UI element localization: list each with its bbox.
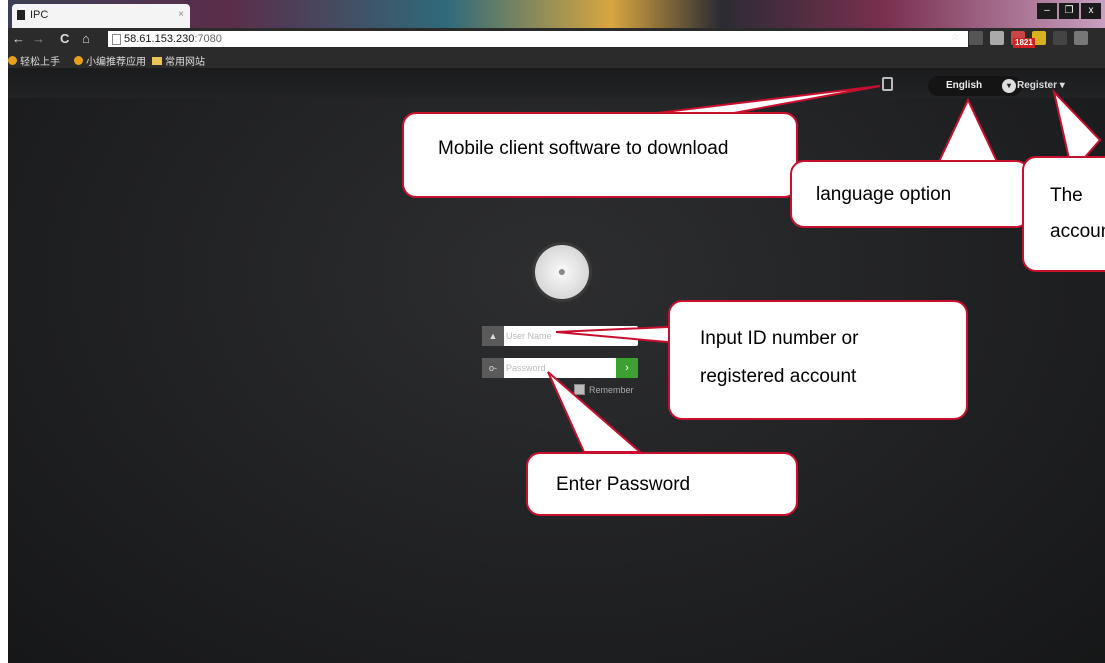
callout-mobile-text: Mobile client software to download [438, 138, 729, 159]
callout-register: The account [1022, 156, 1105, 272]
minimize-button[interactable]: – [1037, 3, 1057, 19]
window-controls: – ❐ x [1037, 3, 1101, 19]
url-port: :7080 [194, 33, 222, 45]
callout-id-text: Input ID number or registered account [700, 328, 859, 387]
avatar: ● [535, 245, 589, 299]
document-icon [112, 34, 121, 45]
reload-icon[interactable]: C [60, 31, 69, 47]
login-button[interactable]: › [616, 358, 638, 378]
bookmark-item[interactable]: 轻松上手 [8, 53, 60, 68]
callout-language: language option [790, 160, 1030, 228]
wrench-icon[interactable] [1074, 31, 1088, 45]
browser-tab[interactable]: IPC × [12, 4, 190, 28]
checkbox-icon[interactable] [574, 384, 585, 395]
close-window-button[interactable]: x [1081, 3, 1101, 19]
forward-arrow-icon[interactable]: → [32, 31, 45, 47]
notification-badge: 1821 [1013, 38, 1035, 48]
tab-bar: IPC × – ❐ x [8, 0, 1105, 28]
callout-password: Enter Password [526, 452, 798, 516]
close-tab-icon[interactable]: × [178, 4, 184, 26]
bookmark-label: 常用网站 [165, 57, 205, 68]
folder-icon [152, 56, 162, 65]
url-host: 58.61.153.230 [124, 33, 195, 45]
hand-icon[interactable] [1053, 31, 1067, 45]
bookmark-label: 小编推荐应用 [86, 57, 146, 68]
language-select[interactable]: English ▾ [928, 76, 1022, 96]
callout-language-text: language option [816, 184, 952, 205]
language-label: English [946, 80, 983, 91]
bookmark-label: 轻松上手 [20, 57, 60, 68]
callout-password-text: Enter Password [556, 474, 691, 495]
bookmark-folder[interactable]: 常用网站 [152, 53, 205, 68]
mobile-device-icon[interactable] [882, 77, 893, 91]
user-icon: ▲ [482, 326, 504, 346]
address-bar[interactable]: 58.61.153.230:7080 [108, 31, 968, 47]
register-menu[interactable]: Register ▾ [1017, 80, 1065, 91]
key-icon: o- [482, 358, 504, 378]
signal-icon[interactable] [969, 31, 983, 45]
callout-mobile: Mobile client software to download [402, 112, 798, 198]
back-arrow-icon[interactable]: ← [12, 31, 25, 47]
restore-button[interactable]: ❐ [1059, 3, 1079, 19]
username-field: ▲ [482, 326, 638, 346]
page-icon [17, 10, 25, 20]
password-field: o- › [482, 358, 638, 378]
username-input[interactable] [506, 326, 606, 346]
remember-label: Remember [589, 384, 634, 395]
mail-icon[interactable] [990, 31, 1004, 45]
bookmarks-bar: 轻松上手 小编推荐应用 常用网站 [8, 50, 1105, 68]
password-input[interactable] [506, 358, 606, 378]
chevron-down-icon: ▾ [1002, 79, 1016, 93]
tab-title: IPC [30, 9, 49, 21]
user-icon: ● [557, 263, 567, 279]
chrome-icon [74, 56, 83, 65]
remember-checkbox[interactable]: Remember [574, 384, 634, 395]
callout-id: Input ID number or registered account [668, 300, 968, 420]
callout-register-text: The account [1050, 185, 1105, 242]
home-icon[interactable]: ⌂ [82, 31, 90, 47]
star-icon[interactable]: ☆ [948, 31, 962, 45]
chrome-icon [8, 56, 17, 65]
browser-toolbar: ← → C ⌂ 58.61.153.230:7080 ☆ 1821 [8, 28, 1105, 50]
bookmark-item[interactable]: 小编推荐应用 [74, 53, 146, 68]
